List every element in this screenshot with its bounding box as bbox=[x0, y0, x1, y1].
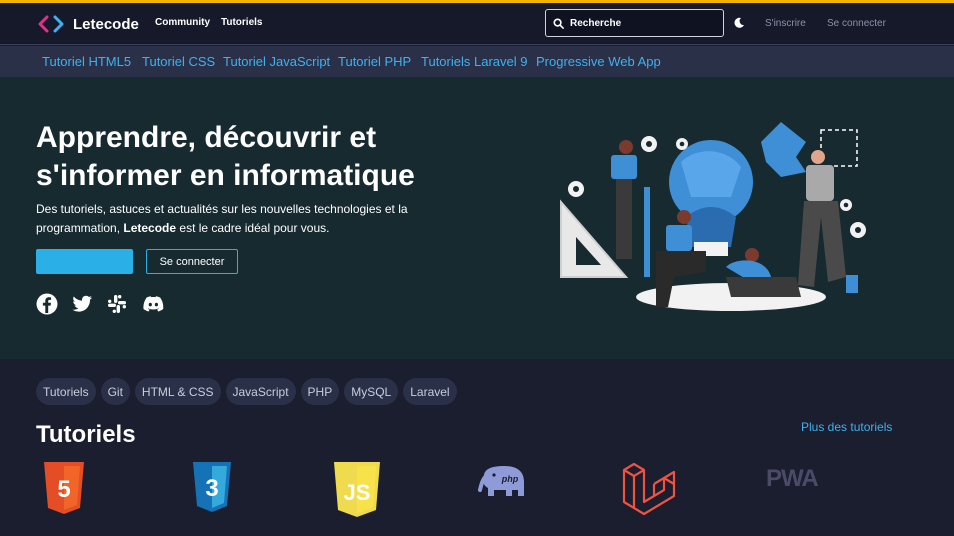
facebook-icon[interactable] bbox=[36, 293, 58, 315]
tag-html-css[interactable]: HTML & CSS bbox=[134, 378, 221, 405]
subnav-css[interactable]: Tutoriel CSS bbox=[142, 54, 215, 69]
search-placeholder: Recherche bbox=[570, 17, 622, 29]
pwa-logo-icon[interactable]: PWA bbox=[766, 462, 828, 492]
subnav-javascript[interactable]: Tutoriel JavaScript bbox=[223, 54, 330, 69]
nav-link-tutoriels[interactable]: Tutoriels bbox=[221, 17, 262, 28]
tag-tutoriels[interactable]: Tutoriels bbox=[36, 378, 96, 405]
navbar: Letecode Community Tutoriels Recherche S… bbox=[0, 3, 954, 45]
search-input[interactable]: Recherche bbox=[545, 9, 724, 37]
svg-text:php: php bbox=[501, 474, 519, 484]
slack-icon[interactable] bbox=[106, 293, 128, 315]
tag-git[interactable]: Git bbox=[100, 378, 130, 405]
subnav-html5[interactable]: Tutoriel HTML5 bbox=[42, 54, 131, 69]
hero-login-button[interactable]: Se connecter bbox=[146, 249, 238, 274]
subnav-php[interactable]: Tutoriel PHP bbox=[338, 54, 411, 69]
hero-illustration bbox=[560, 122, 866, 311]
primary-cta-button[interactable] bbox=[36, 249, 133, 274]
svg-text:5: 5 bbox=[57, 476, 70, 503]
login-link[interactable]: Se connecter bbox=[827, 18, 886, 29]
subnav-laravel[interactable]: Tutoriels Laravel 9 bbox=[421, 54, 527, 69]
svg-text:3: 3 bbox=[205, 475, 218, 502]
search-icon bbox=[553, 17, 564, 29]
javascript-logo-icon[interactable]: JS bbox=[332, 462, 382, 518]
php-elephant-icon[interactable]: php bbox=[478, 462, 530, 506]
code-brackets-icon bbox=[38, 15, 64, 33]
hero-section: Apprendre, découvrir et s'informer en in… bbox=[0, 77, 954, 359]
laravel-logo-icon[interactable] bbox=[622, 462, 678, 522]
css3-logo-icon[interactable]: 3 bbox=[192, 462, 232, 516]
logo[interactable]: Letecode bbox=[38, 14, 139, 34]
hero-title: Apprendre, découvrir et s'informer en in… bbox=[36, 121, 415, 192]
nav-link-community[interactable]: Community bbox=[155, 17, 210, 28]
discord-icon[interactable] bbox=[142, 293, 164, 315]
hero-description: Des tutoriels, astuces et actualités sur… bbox=[36, 202, 408, 235]
tag-javascript[interactable]: JavaScript bbox=[225, 378, 296, 405]
tutorials-section-title: Tutoriels bbox=[36, 421, 136, 448]
subnav-pwa[interactable]: Progressive Web App bbox=[536, 54, 661, 69]
tag-laravel[interactable]: Laravel bbox=[403, 378, 457, 405]
more-tutorials-link[interactable]: Plus des tutoriels bbox=[801, 420, 892, 434]
twitter-icon[interactable] bbox=[71, 293, 93, 315]
html5-logo-icon[interactable]: 5 bbox=[42, 462, 86, 518]
tag-php[interactable]: PHP bbox=[300, 378, 340, 405]
signup-link[interactable]: S'inscrire bbox=[765, 18, 806, 29]
tag-mysql[interactable]: MySQL bbox=[344, 378, 399, 405]
svg-text:PWA: PWA bbox=[766, 465, 818, 492]
brand-name: Letecode bbox=[73, 15, 139, 33]
dark-mode-toggle-icon[interactable] bbox=[733, 17, 745, 29]
svg-text:JS: JS bbox=[344, 480, 371, 505]
tutorial-subnav: Tutoriel HTML5 Tutoriel CSS Tutoriel Jav… bbox=[0, 46, 954, 77]
topic-tags: Tutoriels Git HTML & CSS JavaScript PHP … bbox=[36, 378, 462, 405]
